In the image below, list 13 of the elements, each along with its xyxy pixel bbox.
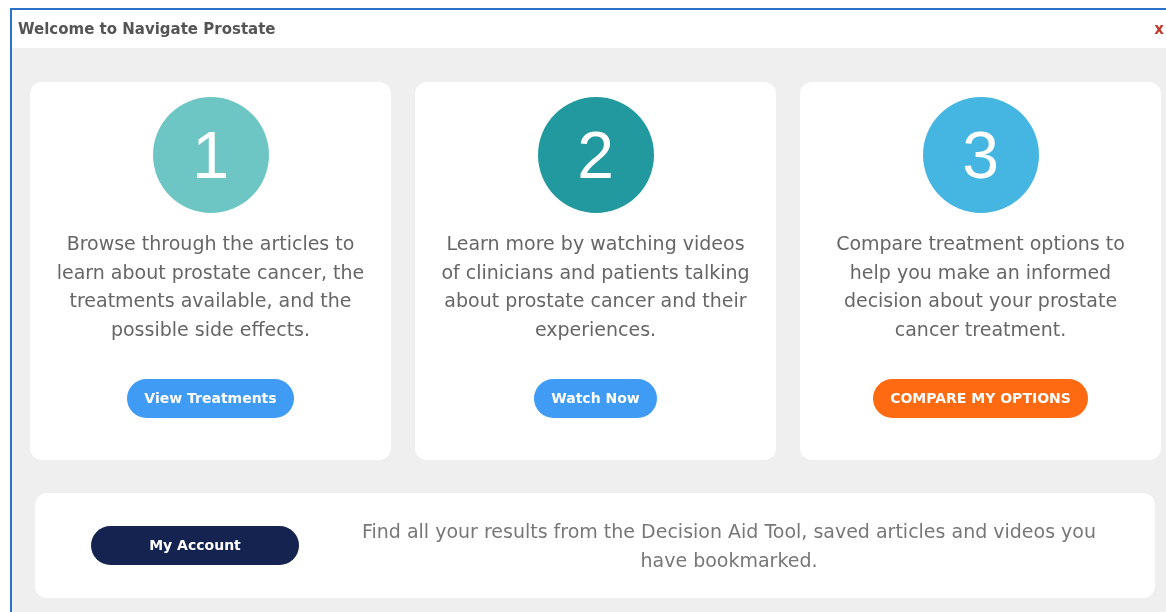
my-account-button[interactable]: My Account bbox=[91, 526, 299, 565]
account-description: Find all your results from the Decision Aid Tool, saved articles and videos you have bookmarked. bbox=[360, 518, 1098, 573]
step-button[interactable]: COMPARE MY OPTIONS bbox=[873, 379, 1088, 418]
step-description: Browse through the articles to learn about prostate cancer, the treatments available, and the possible side effects. bbox=[55, 231, 366, 342]
step-number: 3 bbox=[922, 97, 1039, 213]
step-button[interactable]: View Treatments bbox=[127, 379, 294, 418]
step-number: 1 bbox=[152, 97, 269, 213]
step-button[interactable]: Watch Now bbox=[534, 379, 657, 418]
close-button[interactable]: x bbox=[1154, 17, 1164, 41]
step-number: 2 bbox=[537, 97, 654, 213]
step-description: Learn more by watching videos of clinicians and patients talking about prostate cancer and their experiences. bbox=[440, 231, 751, 342]
window-title: Welcome to Navigate Prostate bbox=[18, 18, 276, 40]
step-description: Compare treatment options to help you make an informed decision about your prostate cancer treatment. bbox=[835, 231, 1126, 342]
